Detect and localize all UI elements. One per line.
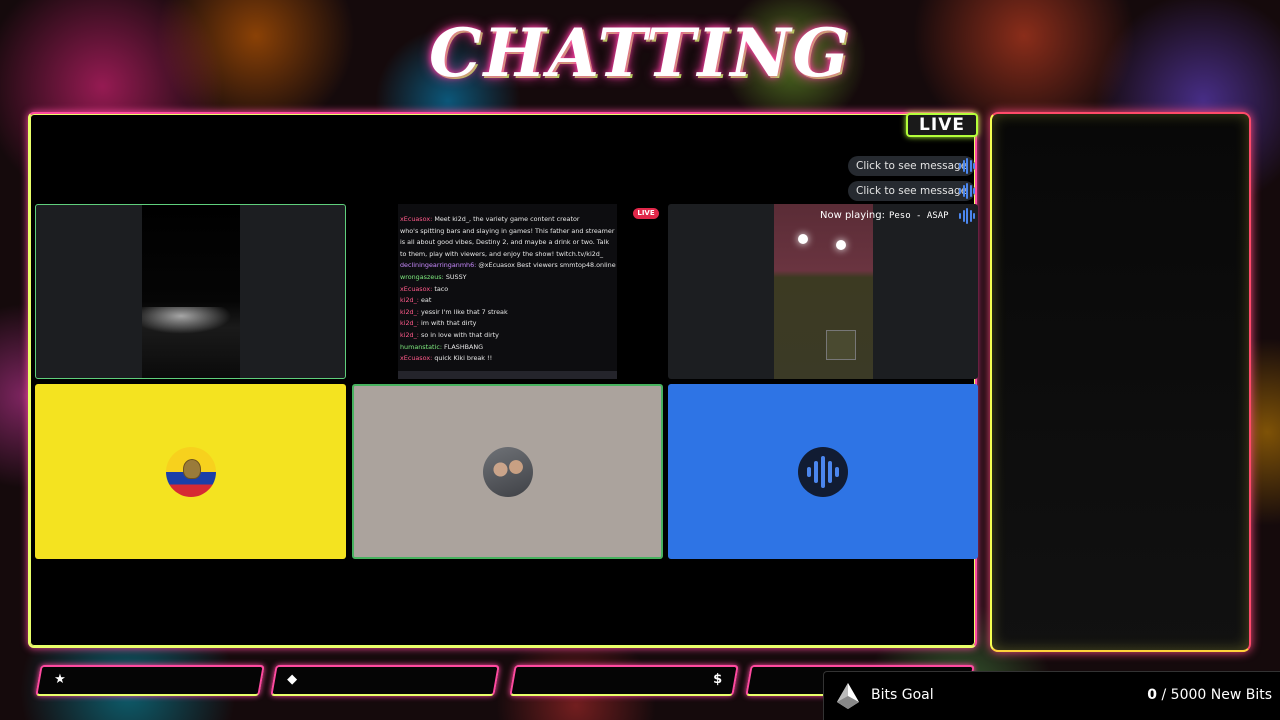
participant-camera-1[interactable] (35, 204, 346, 379)
shared-chat-log: xEcuasox: Meet ki2d_, the variety game c… (398, 214, 617, 365)
now-playing: Now playing: Peso - ASAP (820, 207, 949, 225)
bits-separator: / (1157, 687, 1171, 703)
chat-username: xEcuasox: (400, 215, 433, 223)
chat-username: ki2d_: (400, 296, 419, 305)
message-toast[interactable]: Click to see message (848, 156, 976, 176)
ceiling-light (836, 240, 846, 250)
user-photo-avatar (482, 446, 533, 497)
bits-goal-widget: Bits Goal 0 / 5000 New Bits (823, 671, 1280, 720)
chat-line: is all about good vibes, Destiny 2, and … (398, 237, 617, 249)
chat-message: SUSSY (443, 272, 467, 281)
star-icon: ★ (54, 672, 66, 687)
chat-username: decliningearringanmh6: (400, 261, 477, 270)
chat-username: ki2d_: (400, 319, 419, 328)
bits-goal-count: 0 / 5000 New Bits (1147, 687, 1272, 703)
chat-message: @xEcuasox Best viewers smmtop48.online (476, 261, 616, 270)
chat-line: ki2d_: so in love with that dirty (398, 330, 617, 342)
chat-username: wrongaszeus: (400, 272, 444, 281)
bottom-bar-dollar: $ (509, 665, 739, 696)
chat-line: to them, play with viewers, and enjoy th… (398, 249, 617, 261)
bottom-bar-star: ★ (35, 665, 265, 696)
page-title: CHATTING (429, 14, 851, 92)
bits-current: 0 (1147, 687, 1158, 703)
chat-line: xEcuasox: taco (398, 284, 617, 296)
chat-line: xEcuasox: quick Kiki break !! (398, 353, 617, 365)
chat-message: Meet ki2d_, the variety game content cre… (432, 215, 580, 223)
main-video-frame (28, 112, 977, 648)
participant-avatar-flag[interactable] (35, 384, 346, 559)
camera-feed (142, 205, 240, 378)
live-badge: LIVE (906, 113, 978, 137)
dollar-icon: $ (713, 672, 723, 687)
shared-screen: xEcuasox: Meet ki2d_, the variety game c… (398, 204, 617, 379)
chat-message: yessir I'm like that 7 streak (418, 307, 508, 316)
chat-message: FLASHBANG (442, 342, 484, 351)
bits-goal-label: Bits Goal (871, 687, 934, 703)
participant-avatar-photo[interactable] (352, 384, 663, 559)
message-toast[interactable]: Click to see message (848, 181, 976, 201)
road-headlights (142, 307, 240, 337)
camera-feed (774, 204, 873, 379)
chat-line: decliningearringanmh6: @xEcuasox Best vi… (398, 260, 617, 272)
screen-live-badge: LIVE (633, 208, 659, 219)
diamond-icon: ◆ (287, 672, 298, 687)
chat-username: ki2d_: (400, 330, 419, 339)
chat-line: ki2d_: eat (398, 295, 617, 307)
shared-taskbar (398, 371, 617, 379)
ecuador-flag-avatar (165, 446, 216, 497)
chat-message: is all about good vibes, Destiny 2, and … (400, 238, 610, 247)
side-panel-frame (990, 112, 1251, 652)
chat-message: to them, play with viewers, and enjoy th… (400, 249, 604, 258)
chat-line: humanstatic: FLASHBANG (398, 342, 617, 354)
audio-wave-icon (798, 446, 848, 497)
chat-line: ki2d_: yessir I'm like that 7 streak (398, 307, 617, 319)
chat-message: eat (418, 296, 432, 305)
chat-username: xEcuasox: (400, 354, 433, 363)
wall-vent (826, 330, 856, 360)
chat-message: im with that dirty (418, 319, 477, 328)
chat-line: xEcuasox: Meet ki2d_, the variety game c… (398, 214, 617, 226)
participant-camera-2[interactable] (668, 204, 978, 379)
chat-line: who's spitting bars and slaying in games… (398, 226, 617, 238)
audio-wave-icon (959, 158, 975, 174)
bottom-bar-diamond: ◆ (270, 665, 500, 696)
now-playing-label: Now playing: (820, 210, 885, 221)
participant-avatar-audio[interactable] (668, 384, 978, 559)
chat-username: humanstatic: (400, 342, 442, 351)
bits-target: 5000 New Bits (1170, 687, 1272, 703)
coat-of-arms-icon (182, 458, 201, 479)
audio-wave-icon (959, 183, 975, 199)
now-playing-song: Peso - ASAP (888, 211, 949, 221)
ceiling-light (798, 234, 808, 244)
bits-gem-icon (837, 683, 859, 709)
chat-message: who's spitting bars and slaying in games… (400, 226, 615, 235)
chat-message: quick Kiki break !! (432, 354, 493, 363)
chat-message: so in love with that dirty (418, 330, 499, 339)
chat-line: wrongaszeus: SUSSY (398, 272, 617, 284)
chat-username: ki2d_: (400, 307, 419, 316)
chat-line: ki2d_: im with that dirty (398, 318, 617, 330)
audio-wave-icon (959, 208, 975, 224)
participant-screen-share[interactable]: xEcuasox: Meet ki2d_, the variety game c… (351, 204, 663, 379)
chat-username: xEcuasox: (400, 284, 433, 293)
chat-message: taco (432, 284, 449, 293)
